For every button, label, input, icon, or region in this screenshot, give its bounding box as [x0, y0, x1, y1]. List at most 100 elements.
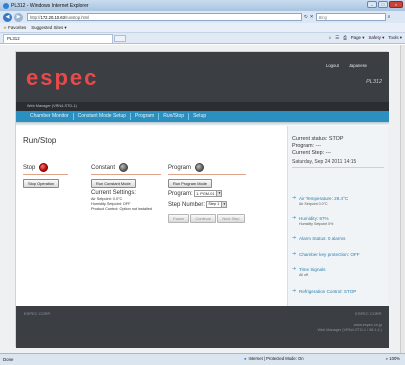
constant-heading: Constant: [91, 163, 161, 172]
browser-viewport: espec Logout Japanese PL312 Web Manager …: [0, 45, 400, 353]
suggested-sites-link[interactable]: Suggested Sites ▾: [31, 25, 66, 31]
address-tools: ↻ ✕: [304, 14, 314, 20]
step-select[interactable]: Step 1 ▼: [206, 200, 228, 208]
page-menu[interactable]: Page ▾: [351, 35, 365, 41]
nav-setup[interactable]: Setup: [189, 113, 210, 120]
page-title: Run/Stop: [23, 136, 57, 145]
run-program-button[interactable]: Run Program Mode: [168, 179, 212, 188]
favorites-button[interactable]: ★ Favorites: [3, 25, 26, 31]
stop-operation-button[interactable]: Stop Operation: [23, 179, 60, 188]
site-header: espec Logout Japanese PL312 Web Manager …: [16, 52, 389, 112]
alarm-item[interactable]: ➜ Alarm Status: 0 alarms: [292, 236, 345, 242]
footer-version: Web Manager (VRN4-STD-1 / 98.1.4 ): [317, 328, 382, 332]
print-icon[interactable]: ⎙: [343, 35, 347, 41]
time-signals-block: Time Signals All off: [299, 267, 325, 277]
constant-label: Constant: [91, 164, 116, 171]
program-controls: Pause Continue Next Step: [168, 210, 246, 223]
nav-program[interactable]: Program: [131, 113, 160, 120]
air-setpoint-sub: Air Setpoint 0.0°C: [299, 201, 328, 206]
address-host: 172.20.10.63: [40, 14, 65, 20]
product-control-text: Product Control: Option not installed: [91, 207, 152, 211]
title-bar: PL312 - Windows Internet Explorer – □ ×: [0, 0, 405, 11]
star-icon: ★: [3, 24, 7, 30]
search-input[interactable]: Bing: [315, 13, 386, 21]
ie-window: PL312 - Windows Internet Explorer – □ × …: [0, 0, 405, 365]
refresh-icon[interactable]: ↻: [304, 14, 308, 20]
security-zone: ● Internet | Protected Mode: On: [244, 356, 304, 361]
minimize-button[interactable]: –: [367, 1, 377, 8]
stop-divider: [23, 174, 68, 175]
status-date: Saturday, Sep 24 2011 14:15: [292, 159, 384, 168]
time-signals-sub: All off: [299, 272, 308, 277]
forward-icon[interactable]: ▶: [14, 12, 23, 22]
zoom-level: 100%: [389, 356, 400, 361]
new-tab-button[interactable]: [114, 34, 126, 42]
ie-icon: [3, 2, 9, 9]
logout-link[interactable]: Logout: [326, 63, 339, 68]
maximize-button[interactable]: □: [378, 1, 388, 8]
stop-led-icon: [39, 163, 49, 172]
status-done: Done: [3, 357, 14, 362]
program-led-icon: [195, 163, 205, 172]
footer-info: www.espec.co.jp Web Manager (VRN4-STD-1 …: [317, 323, 382, 333]
refrigeration-item[interactable]: ➜ Refrigeration Control: STOP: [292, 289, 356, 295]
home-icon[interactable]: ⌂: [329, 35, 332, 41]
arrow-icon: ➜: [292, 251, 297, 257]
search-icon[interactable]: ⌕: [388, 14, 391, 20]
next-step-button[interactable]: Next Step: [217, 213, 245, 223]
program-divider: [168, 174, 246, 175]
chevron-down-icon: ▼: [216, 191, 222, 196]
japanese-link[interactable]: Japanese: [349, 63, 367, 68]
zoom-icon: ⌕: [385, 356, 389, 361]
program-select-value: 1: PGM-01: [196, 191, 215, 196]
footer-copyright-left: ESPEC CORP.: [24, 311, 51, 316]
time-signals-item[interactable]: ➜ Time Signals All off: [292, 267, 325, 277]
tools-menu[interactable]: Tools ▾: [388, 35, 402, 41]
safety-menu[interactable]: Safety ▾: [368, 35, 384, 41]
run-stop-panel: Run/Stop Stop Stop Operation Constant Ru…: [16, 126, 286, 306]
feeds-icon[interactable]: ☰: [335, 35, 339, 41]
current-settings-title: Current Settings:: [91, 190, 137, 196]
nav-constant-mode-setup[interactable]: Constant Mode Setup: [74, 113, 132, 120]
continue-button[interactable]: Continue: [190, 213, 217, 223]
constant-led-icon: [119, 163, 129, 172]
run-constant-button[interactable]: Run Constant Mode: [91, 179, 136, 188]
constant-divider: [91, 174, 161, 175]
stop-heading: Stop: [23, 163, 68, 172]
program-select-label: Program:: [168, 190, 193, 197]
nav-run-stop[interactable]: Run/Stop: [159, 113, 190, 120]
air-temp-item[interactable]: ➜ Air Temperature: 28.4°C Air Setpoint 0…: [292, 196, 348, 206]
time-signals-text: Time Signals: [299, 267, 326, 272]
program-select[interactable]: 1: PGM-01 ▼: [194, 190, 223, 197]
address-path: /runstop.html: [64, 14, 90, 20]
window-controls: – □ ×: [367, 1, 403, 8]
command-bar: ⌂ ☰ ⎙ Page ▾ Safety ▾ Tools ▾: [329, 35, 402, 41]
status-panel: Current status: STOP Program: --- Curren…: [287, 126, 388, 306]
vertical-scrollbar[interactable]: [400, 45, 405, 353]
humidity-block: Humidity: 97% Humidity Setpoint 0%: [299, 216, 333, 226]
main-nav: Chamber Monitor Constant Mode Setup Prog…: [16, 111, 389, 122]
arrow-icon: ➜: [292, 266, 297, 272]
back-icon[interactable]: ◀: [3, 12, 12, 22]
zone-text: Internet | Protected Mode: On: [248, 356, 304, 361]
favorites-bar: ★ Favorites Suggested Sites ▾: [0, 23, 405, 33]
key-protection-text: Chamber key protection: OFF: [299, 252, 360, 257]
nav-chamber-monitor[interactable]: Chamber Monitor: [26, 113, 74, 120]
header-links: Logout Japanese: [326, 63, 367, 68]
arrow-icon: ➜: [292, 195, 297, 201]
globe-icon: ●: [244, 356, 247, 361]
favorites-label: Favorites: [8, 24, 27, 30]
key-protection-item[interactable]: ➜ Chamber key protection: OFF: [292, 252, 360, 258]
tab-pl312[interactable]: PL312: [3, 33, 113, 43]
zoom-control[interactable]: ⌕ 100%: [386, 356, 400, 361]
address-row: ◀ ▶ http://172.20.10.63/runstop.html ↻ ✕…: [0, 11, 405, 23]
humidity-item[interactable]: ➜ Humidity: 97% Humidity Setpoint 0%: [292, 216, 333, 226]
alarm-text: Alarm Status: 0 alarms: [299, 236, 346, 241]
step-select-row: Step Number: Step 1 ▼: [168, 200, 246, 209]
pause-button[interactable]: Pause: [168, 213, 190, 223]
address-bar[interactable]: http://172.20.10.63/runstop.html: [27, 13, 302, 21]
chevron-down-icon: ▼: [221, 201, 227, 207]
stop-label: Stop: [23, 164, 36, 171]
close-button[interactable]: ×: [389, 1, 403, 8]
stop-icon[interactable]: ✕: [310, 14, 314, 20]
